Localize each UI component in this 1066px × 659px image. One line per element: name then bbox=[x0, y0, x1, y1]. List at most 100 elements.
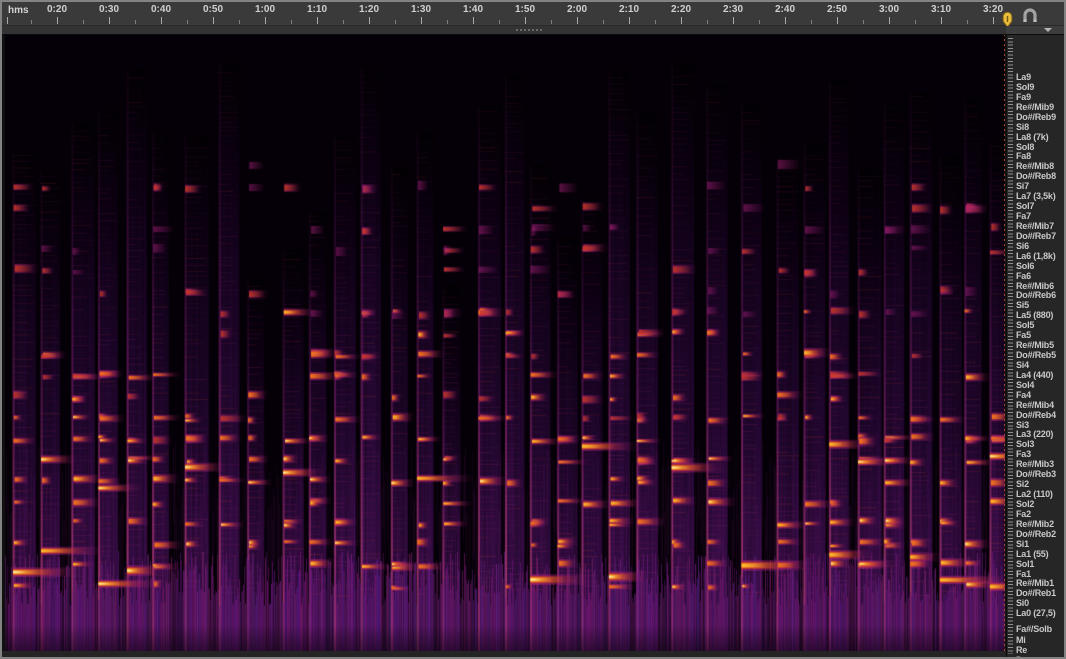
time-label: 1:30 bbox=[411, 4, 431, 15]
note-label: Do#/Reb1 bbox=[1016, 588, 1056, 598]
major-tick bbox=[525, 17, 526, 24]
note-label: Fa#/Solb bbox=[1016, 624, 1052, 634]
note-label: Re#/Mib1 bbox=[1016, 578, 1054, 588]
major-tick bbox=[577, 17, 578, 24]
time-label: 2:10 bbox=[619, 4, 639, 15]
note-label: Do#/Reb8 bbox=[1016, 171, 1056, 181]
minor-tick bbox=[31, 20, 32, 24]
time-label: 0:20 bbox=[47, 4, 67, 15]
note-label: Re#/Mib8 bbox=[1016, 161, 1054, 171]
major-tick bbox=[733, 17, 734, 24]
note-label: Sol4 bbox=[1016, 380, 1034, 390]
major-tick bbox=[837, 17, 838, 24]
major-tick bbox=[213, 17, 214, 24]
note-label: Do#/Reb3 bbox=[1016, 469, 1056, 479]
time-label: 2:30 bbox=[723, 4, 743, 15]
app-window: hms 0:200:300:400:501:001:101:201:301:40… bbox=[0, 0, 1066, 659]
major-tick bbox=[57, 17, 58, 24]
note-label: La9 bbox=[1016, 72, 1031, 82]
note-label: Si5 bbox=[1016, 300, 1029, 310]
note-label: Re bbox=[1016, 645, 1027, 655]
note-label: Re#/Mib2 bbox=[1016, 519, 1054, 529]
major-tick bbox=[369, 17, 370, 24]
note-label: Re#/Mib6 bbox=[1016, 281, 1054, 291]
note-label: Mi bbox=[1016, 635, 1026, 645]
major-tick bbox=[941, 17, 942, 24]
major-tick bbox=[109, 17, 110, 24]
note-label: Si4 bbox=[1016, 360, 1029, 370]
chevron-down-icon[interactable] bbox=[1044, 28, 1052, 32]
minor-tick bbox=[811, 20, 812, 24]
note-label: Sol9 bbox=[1016, 82, 1034, 92]
note-label: Sol2 bbox=[1016, 499, 1034, 509]
time-label: 3:20 bbox=[983, 4, 1003, 15]
minor-tick bbox=[655, 20, 656, 24]
timeline-ruler[interactable]: hms 0:200:300:400:501:001:101:201:301:40… bbox=[2, 2, 1064, 26]
major-tick bbox=[7, 17, 8, 24]
left-gutter bbox=[2, 34, 5, 651]
note-label: La4 (440) bbox=[1016, 370, 1053, 380]
note-label: La6 (1,8k) bbox=[1016, 251, 1056, 261]
major-tick bbox=[421, 17, 422, 24]
note-label: Sol7 bbox=[1016, 201, 1034, 211]
note-label: Si0 bbox=[1016, 598, 1029, 608]
note-ruler-ticks bbox=[1008, 38, 1013, 654]
note-label: Do#/Reb9 bbox=[1016, 112, 1056, 122]
time-label: 3:00 bbox=[879, 4, 899, 15]
minor-tick bbox=[135, 20, 136, 24]
major-tick bbox=[681, 17, 682, 24]
note-label: Fa2 bbox=[1016, 509, 1031, 519]
time-label: 0:30 bbox=[99, 4, 119, 15]
note-label: Fa7 bbox=[1016, 211, 1031, 221]
note-label: La3 (220) bbox=[1016, 429, 1053, 439]
time-label: 0:50 bbox=[203, 4, 223, 15]
time-label: 2:50 bbox=[827, 4, 847, 15]
note-label: Do#/Reb2 bbox=[1016, 529, 1056, 539]
magnet-icon[interactable] bbox=[1021, 8, 1039, 24]
major-tick bbox=[473, 17, 474, 24]
spectrogram-canvas[interactable] bbox=[5, 34, 1005, 651]
note-label: La8 (7k) bbox=[1016, 132, 1048, 142]
major-tick bbox=[785, 17, 786, 24]
minor-tick bbox=[395, 20, 396, 24]
time-label: 2:20 bbox=[671, 4, 691, 15]
time-label: 1:00 bbox=[255, 4, 275, 15]
note-label: Re#/Mib4 bbox=[1016, 400, 1054, 410]
note-label: Si1 bbox=[1016, 539, 1029, 549]
minor-tick bbox=[187, 20, 188, 24]
note-label: Fa5 bbox=[1016, 330, 1031, 340]
note-label: Do#/Reb7 bbox=[1016, 231, 1056, 241]
note-label: Do#/Reb6 bbox=[1016, 290, 1056, 300]
minor-tick bbox=[239, 20, 240, 24]
note-ruler[interactable]: La9Sol9Fa9Re#/Mib9Do#/Reb9Si8La8 (7k)Sol… bbox=[1006, 34, 1065, 657]
note-label: Sol3 bbox=[1016, 439, 1034, 449]
note-label: Si2 bbox=[1016, 479, 1029, 489]
note-label: Re#/Mib5 bbox=[1016, 340, 1054, 350]
note-label: Sol5 bbox=[1016, 320, 1034, 330]
major-tick bbox=[889, 17, 890, 24]
note-label: Sol1 bbox=[1016, 559, 1034, 569]
note-label: Re#/Mib9 bbox=[1016, 102, 1054, 112]
minor-tick bbox=[967, 20, 968, 24]
note-label: La5 (880) bbox=[1016, 310, 1053, 320]
major-tick bbox=[265, 17, 266, 24]
note-label: La1 (55) bbox=[1016, 549, 1048, 559]
scrollbar-grip[interactable] bbox=[516, 29, 542, 31]
minor-tick bbox=[603, 20, 604, 24]
minor-tick bbox=[759, 20, 760, 24]
minor-tick bbox=[83, 20, 84, 24]
note-label: La2 (110) bbox=[1016, 489, 1053, 499]
note-label: Do#/Reb4 bbox=[1016, 410, 1056, 420]
minor-tick bbox=[863, 20, 864, 24]
minor-tick bbox=[291, 20, 292, 24]
note-label: Si6 bbox=[1016, 241, 1029, 251]
time-label: 1:50 bbox=[515, 4, 535, 15]
note-ruler-header bbox=[1006, 26, 1064, 34]
time-label: 0:40 bbox=[151, 4, 171, 15]
minor-tick bbox=[551, 20, 552, 24]
playhead-line bbox=[1004, 34, 1005, 651]
note-label: Si7 bbox=[1016, 181, 1029, 191]
horizontal-scrollbar[interactable] bbox=[2, 26, 1064, 35]
note-label: La0 (27,5) bbox=[1016, 608, 1056, 618]
time-unit-label: hms bbox=[8, 5, 29, 16]
